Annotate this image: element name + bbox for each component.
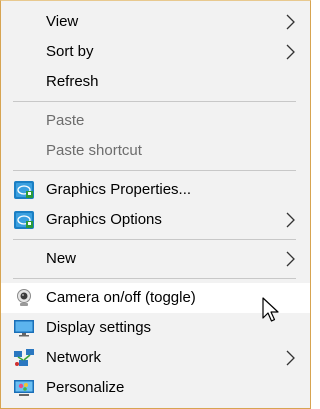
menu-item-label: Sort by xyxy=(46,43,94,60)
menu-item-graphics-options[interactable]: Graphics Options xyxy=(1,205,310,235)
menu-item-view[interactable]: View xyxy=(1,7,310,37)
menu-separator xyxy=(13,170,296,171)
menu-separator xyxy=(13,278,296,279)
chevron-right-icon xyxy=(286,212,295,228)
intel-graphics-icon xyxy=(14,181,34,199)
menu-item-label: View xyxy=(46,13,79,30)
menu-item-label: New xyxy=(46,250,77,267)
menu-item-label: Graphics Options xyxy=(46,211,162,228)
intel-graphics-icon xyxy=(14,211,34,229)
menu-item-label: Paste xyxy=(46,112,85,129)
personalize-icon xyxy=(14,380,34,396)
monitor-icon xyxy=(14,320,34,337)
chevron-right-icon xyxy=(286,44,295,60)
network-icon xyxy=(14,349,34,366)
menu-item-refresh[interactable]: Refresh xyxy=(1,67,310,97)
menu-item-paste-shortcut: Paste shortcut xyxy=(1,136,310,166)
chevron-right-icon xyxy=(286,350,295,366)
menu-item-label: Paste shortcut xyxy=(46,142,142,159)
menu-item-sort-by[interactable]: Sort by xyxy=(1,37,310,67)
webcam-icon xyxy=(17,289,31,306)
menu-item-new[interactable]: New xyxy=(1,244,310,274)
menu-item-network[interactable]: Network xyxy=(1,343,310,373)
chevron-right-icon xyxy=(286,14,295,30)
menu-item-label: Graphics Properties... xyxy=(46,181,192,198)
menu-item-label: Camera on/off (toggle) xyxy=(46,289,196,306)
desktop-context-menu: View Sort by Refresh Paste Paste shortcu… xyxy=(0,0,311,409)
menu-separator xyxy=(13,239,296,240)
mouse-cursor-icon xyxy=(262,297,279,322)
menu-item-label: Display settings xyxy=(46,319,152,336)
menu-separator xyxy=(13,101,296,102)
menu-item-label: Personalize xyxy=(46,379,125,396)
menu-item-label: Network xyxy=(46,349,102,366)
menu-item-paste: Paste xyxy=(1,106,310,136)
menu-item-label: Refresh xyxy=(46,73,99,90)
menu-item-personalize[interactable]: Personalize xyxy=(1,373,310,403)
menu-item-graphics-properties[interactable]: Graphics Properties... xyxy=(1,175,310,205)
chevron-right-icon xyxy=(286,251,295,267)
